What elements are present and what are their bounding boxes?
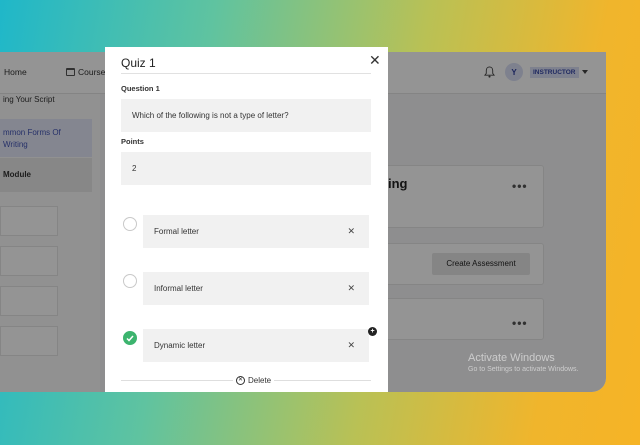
option-field[interactable]: Informal letter ✕: [143, 272, 369, 305]
option-field[interactable]: Formal letter ✕: [143, 215, 369, 248]
points-input[interactable]: 2: [121, 152, 371, 185]
points-label: Points: [121, 137, 144, 146]
watermark-title: Activate Windows: [468, 352, 555, 364]
option-label: Dynamic letter: [154, 341, 206, 350]
watermark-subtitle: Go to Settings to activate Windows.: [468, 366, 579, 373]
add-option-icon[interactable]: +: [368, 327, 377, 336]
question-label: Question 1: [121, 84, 160, 93]
question-input[interactable]: Which of the following is not a type of …: [121, 99, 371, 132]
checkmark-icon: [126, 335, 134, 342]
activation-watermark: Activate Windows Go to Settings to activ…: [468, 352, 579, 373]
option-radio[interactable]: [123, 274, 137, 288]
option-radio-selected[interactable]: [123, 331, 137, 345]
remove-option-icon[interactable]: ✕: [347, 329, 355, 362]
option-label: Informal letter: [154, 284, 203, 293]
modal-title: Quiz 1: [121, 56, 156, 70]
close-icon[interactable]: ✕: [369, 52, 381, 69]
divider: [121, 73, 371, 74]
delete-button[interactable]: ✕ Delete: [233, 376, 275, 385]
remove-option-icon[interactable]: ✕: [347, 272, 355, 305]
delete-icon: ✕: [236, 376, 245, 385]
option-label: Formal letter: [154, 227, 199, 236]
delete-label: Delete: [248, 376, 272, 385]
quiz-modal: Quiz 1 ✕ Question 1 Which of the followi…: [105, 47, 388, 392]
option-field[interactable]: Dynamic letter ✕: [143, 329, 369, 362]
remove-option-icon[interactable]: ✕: [347, 215, 355, 248]
option-radio[interactable]: [123, 217, 137, 231]
